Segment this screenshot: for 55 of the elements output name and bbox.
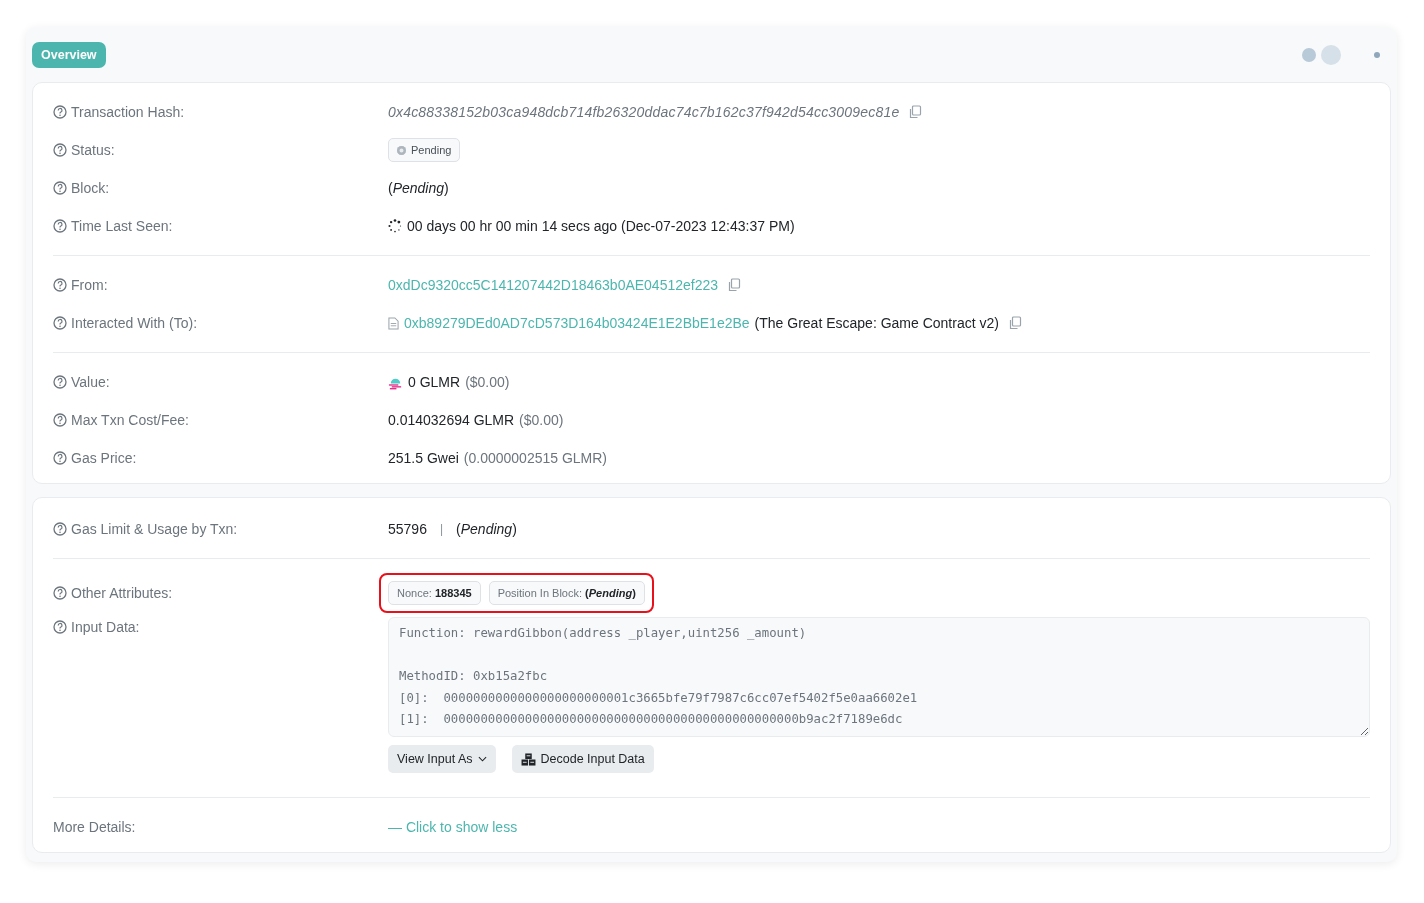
gas-usage: (Pending) <box>456 521 517 537</box>
copy-icon[interactable] <box>1007 316 1022 330</box>
cubes-icon <box>520 752 536 766</box>
field-label: Interacted With (To): <box>71 315 198 331</box>
help-icon <box>53 375 67 389</box>
amount-usd: ($0.00) <box>519 412 564 428</box>
block-value: (Pending) <box>388 180 449 196</box>
separator: | <box>439 522 444 536</box>
contract-name: (The Great Escape: Game Contract v2) <box>754 315 999 331</box>
amount-value: 0.014032694 GLMR <box>388 412 515 428</box>
status-badge: Pending <box>388 138 461 162</box>
spinner-icon <box>388 219 402 233</box>
help-icon <box>53 620 67 634</box>
help-icon <box>53 181 67 195</box>
amount-usd: (0.0000002515 GLMR) <box>463 450 608 466</box>
help-icon <box>53 219 67 233</box>
field-label: Time Last Seen: <box>71 218 173 234</box>
attribute-badge: Position In Block: (Pending) <box>488 581 645 605</box>
decode-button[interactable]: Decode Input Data <box>511 745 654 773</box>
amount-usd: ($0.00) <box>465 374 510 390</box>
help-icon <box>53 143 67 157</box>
help-icon <box>53 451 67 465</box>
help-icon <box>53 105 67 119</box>
field-label: Transaction Hash: <box>71 104 185 120</box>
help-icon <box>53 522 67 536</box>
field-label: Other Attributes: <box>71 585 173 601</box>
help-icon <box>53 413 67 427</box>
overview-tab[interactable]: Overview <box>32 41 106 68</box>
input-data-field[interactable]: Function: rewardGibbon(address _player,uint256 _amount) MethodID: 0xb15a2fbc [0]: 0000000000000000000000001c3665bfe79f7987c6cc07ef5402f5e0aa6602e1 [1]: 000000000000000000000000000000000000000000000000b9ac2f7189e6dc <box>388 617 1370 737</box>
field-label: Value: <box>71 374 110 390</box>
contract-link[interactable]: 0xb89279DEd0AD7cD573D164b03424E1E2BbE1e2Be <box>404 315 750 331</box>
amount-value: 251.5 Gwei <box>388 450 459 466</box>
field-label: More Details: <box>53 819 136 835</box>
show-less-link[interactable]: — Click to show less <box>388 819 518 835</box>
transaction-hash: 0x4c88338152b03ca948dcb714fb26320ddac74c7b162c37f942d54cc3009ec81e <box>388 104 900 120</box>
gas-limit: 55796 <box>388 521 427 537</box>
copy-icon[interactable] <box>727 278 742 292</box>
time-value: 00 days 00 hr 00 min 14 secs ago (Dec-07-2023 12:43:37 PM) <box>407 218 795 234</box>
view-input-dropdown[interactable]: View Input As <box>388 745 496 773</box>
field-label: Gas Price: <box>71 450 137 466</box>
help-icon <box>53 278 67 292</box>
field-label: From: <box>71 277 108 293</box>
field-label: Gas Limit & Usage by Txn: <box>71 521 238 537</box>
help-icon <box>53 586 67 600</box>
document-icon <box>388 316 399 330</box>
address-link[interactable]: 0xdDc9320cc5C141207442D18463b0AE04512ef223 <box>388 277 719 293</box>
caret-icon <box>477 756 487 762</box>
field-label: Block: <box>71 180 110 196</box>
attribute-badge: Nonce: 188345 <box>388 581 481 605</box>
help-icon <box>53 316 67 330</box>
copy-icon[interactable] <box>908 105 923 119</box>
amount-value: 0 GLMR <box>408 374 461 390</box>
field-label: Status: <box>71 142 115 158</box>
field-label: Input Data: <box>71 619 140 635</box>
field-label: Max Txn Cost/Fee: <box>71 412 189 428</box>
